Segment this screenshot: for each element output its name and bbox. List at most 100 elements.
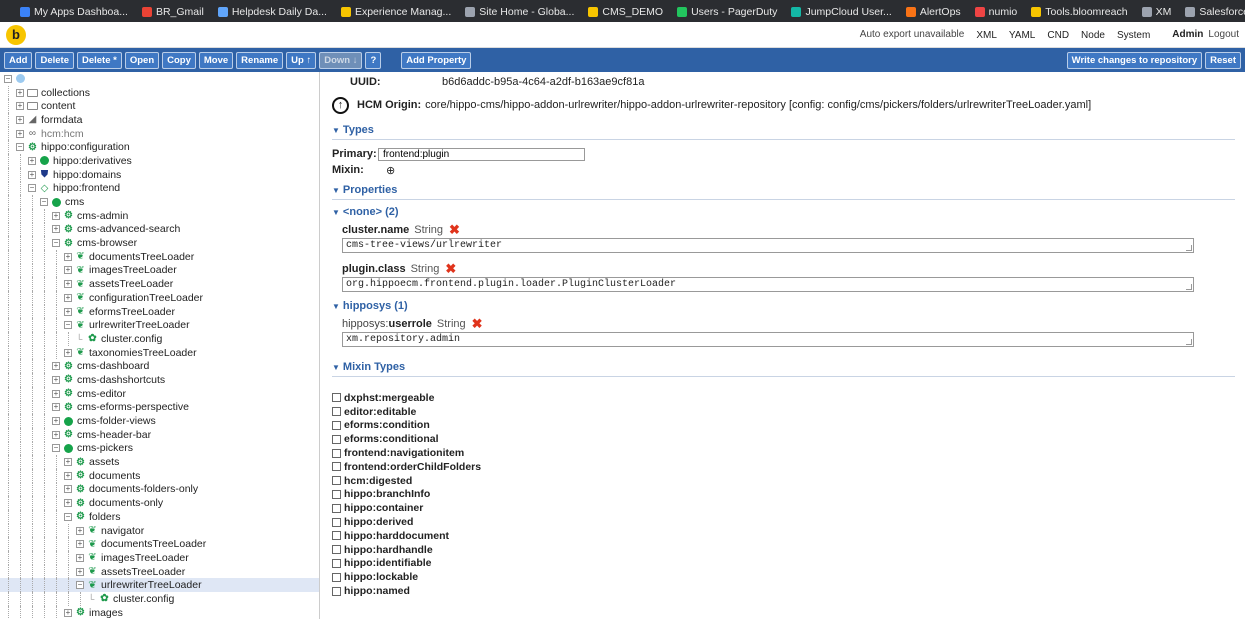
tree-node[interactable]: + ❦ configurationTreeLoader [0, 291, 319, 305]
expand-icon[interactable]: + [64, 458, 72, 467]
bookmark-item[interactable]: Experience Manag... [340, 7, 451, 17]
mixin-types-section-header[interactable]: ▼ Mixin Types [332, 355, 1235, 377]
expand-icon[interactable]: + [52, 430, 60, 439]
property-group-header[interactable]: ▼ hipposys (1) [332, 300, 1235, 312]
mixin-type-option[interactable]: hippo:derived [332, 515, 1235, 529]
tree-node[interactable]: − ⚙ hippo:configuration [0, 140, 319, 155]
bookmark-item[interactable]: CMS_DEMO [588, 7, 663, 17]
property-value-input[interactable]: cms-tree-views/urlrewriter [342, 238, 1194, 253]
tree-node[interactable]: + collections [0, 85, 319, 100]
expand-icon[interactable]: + [52, 362, 60, 371]
mixin-type-option[interactable]: hippo:harddocument [332, 529, 1235, 543]
tree-node[interactable]: + ❦ imagesTreeLoader [0, 263, 319, 278]
expand-icon[interactable]: + [76, 540, 84, 549]
primary-type-input[interactable] [378, 147, 585, 161]
delete-property-icon[interactable]: ✖ [449, 222, 460, 238]
mixin-checkbox[interactable] [332, 531, 341, 541]
tree-node[interactable]: − [0, 72, 319, 86]
tree-node[interactable]: + ⚙ cms-dashshortcuts [0, 373, 319, 387]
expand-icon[interactable]: + [52, 375, 60, 384]
tree-node[interactable]: − ❦ urlrewriterTreeLoader [0, 578, 319, 593]
expand-icon[interactable]: + [16, 88, 24, 97]
expand-icon[interactable]: + [52, 389, 60, 398]
tree-node[interactable]: − cms [0, 195, 319, 209]
mixin-checkbox[interactable] [332, 503, 341, 513]
header-link-system[interactable]: System [1117, 30, 1150, 41]
header-link-node[interactable]: Node [1081, 30, 1105, 41]
expand-icon[interactable]: + [52, 417, 60, 426]
bookmark-item[interactable]: Salesforce [1185, 7, 1245, 17]
expand-icon[interactable]: + [64, 499, 72, 508]
collapse-icon[interactable]: − [76, 581, 84, 590]
expand-icon[interactable]: + [64, 252, 72, 261]
logout-link[interactable]: Logout [1208, 29, 1239, 40]
mixin-type-option[interactable]: hippo:branchInfo [332, 488, 1235, 502]
mixin-checkbox[interactable] [332, 545, 341, 555]
bloomreach-logo[interactable]: b [6, 24, 26, 45]
bookmark-item[interactable]: My Apps Dashboa... [20, 7, 128, 17]
mixin-checkbox[interactable] [332, 434, 341, 444]
mixin-type-option[interactable]: frontend:orderChildFolders [332, 460, 1235, 474]
mixin-checkbox[interactable] [332, 393, 341, 403]
copy-button[interactable]: Copy [162, 51, 196, 69]
tree-node[interactable]: + ❦ eformsTreeLoader [0, 304, 319, 319]
tree-node[interactable]: + ❦ documentsTreeLoader [0, 249, 319, 264]
expand-icon[interactable]: + [64, 293, 72, 302]
types-section-header[interactable]: ▼ Types [332, 118, 1235, 140]
tree-node[interactable]: + ◢ formdata [0, 113, 319, 127]
collapse-icon[interactable]: − [64, 512, 72, 521]
mixin-type-option[interactable]: hippo:identifiable [332, 557, 1235, 571]
delete-star-button[interactable]: Delete * [76, 51, 122, 69]
expand-icon[interactable]: + [64, 307, 72, 316]
add-property-button[interactable]: Add Property [401, 51, 472, 69]
delete-property-icon[interactable]: ✖ [472, 316, 483, 332]
bookmark-item[interactable]: XM [1141, 7, 1171, 17]
tree-node[interactable]: − ❦ urlrewriterTreeLoader [0, 318, 319, 333]
tree-node[interactable]: + ⚙ documents-only [0, 496, 319, 510]
mixin-type-option[interactable]: eforms:condition [332, 419, 1235, 433]
tree-node[interactable]: + ❦ navigator [0, 523, 319, 538]
bookmark-item[interactable]: numio [974, 7, 1017, 17]
bookmark-item[interactable]: Tools.bloomreach [1031, 7, 1128, 17]
arrow-up-circle-icon[interactable]: ↑ [332, 96, 349, 114]
expand-icon[interactable]: + [16, 129, 24, 138]
collapse-icon[interactable]: − [52, 444, 60, 453]
expand-icon[interactable]: + [52, 403, 60, 412]
tree-node[interactable]: − ⚙ cms-browser [0, 236, 319, 250]
properties-section-header[interactable]: ▼ Properties [332, 178, 1235, 200]
tree-node[interactable]: − cms-pickers [0, 441, 319, 456]
expand-icon[interactable]: + [76, 526, 84, 535]
mixin-checkbox[interactable] [332, 586, 341, 596]
mixin-checkbox[interactable] [332, 462, 341, 472]
tree-node[interactable]: + ∞ hcm:hcm [0, 126, 319, 141]
expand-icon[interactable]: + [64, 485, 72, 494]
collapse-icon[interactable]: − [4, 74, 12, 83]
down-button[interactable]: Down ↓ [319, 51, 363, 69]
collapse-icon[interactable]: − [16, 143, 24, 152]
tree-node[interactable]: + content [0, 99, 319, 114]
tree-node[interactable]: + ⚙ cms-eforms-perspective [0, 400, 319, 415]
tree-node[interactable]: + ⚙ documents-folders-only [0, 482, 319, 497]
header-link-cnd[interactable]: CND [1047, 30, 1069, 41]
mixin-type-option[interactable]: hippo:named [332, 584, 1235, 598]
mixin-type-option[interactable]: dxphst:mergeable [332, 391, 1235, 405]
tree-node[interactable]: └ ✿ cluster.config [0, 332, 319, 346]
expand-icon[interactable]: + [64, 471, 72, 480]
tree-node[interactable]: + ⛊ hippo:domains [0, 167, 319, 182]
mixin-checkbox[interactable] [332, 476, 341, 486]
header-link-yaml[interactable]: YAML [1009, 30, 1036, 41]
header-link-xml[interactable]: XML [976, 30, 997, 41]
tree-node[interactable]: + hippo:derivatives [0, 154, 319, 168]
expand-icon[interactable]: + [28, 170, 36, 179]
expand-icon[interactable]: + [64, 608, 72, 617]
mixin-checkbox[interactable] [332, 517, 341, 527]
expand-icon[interactable]: + [52, 211, 60, 220]
expand-icon[interactable]: + [28, 156, 36, 165]
tree-node[interactable]: + ❦ assetsTreeLoader [0, 564, 319, 579]
move-button[interactable]: Move [198, 51, 234, 69]
mixin-type-option[interactable]: hippo:container [332, 501, 1235, 515]
mixin-type-option[interactable]: hippo:hardhandle [332, 543, 1235, 557]
property-value-input[interactable]: xm.repository.admin [342, 332, 1194, 347]
add-button[interactable]: Add [4, 51, 33, 69]
mixin-type-option[interactable]: eforms:conditional [332, 432, 1235, 446]
